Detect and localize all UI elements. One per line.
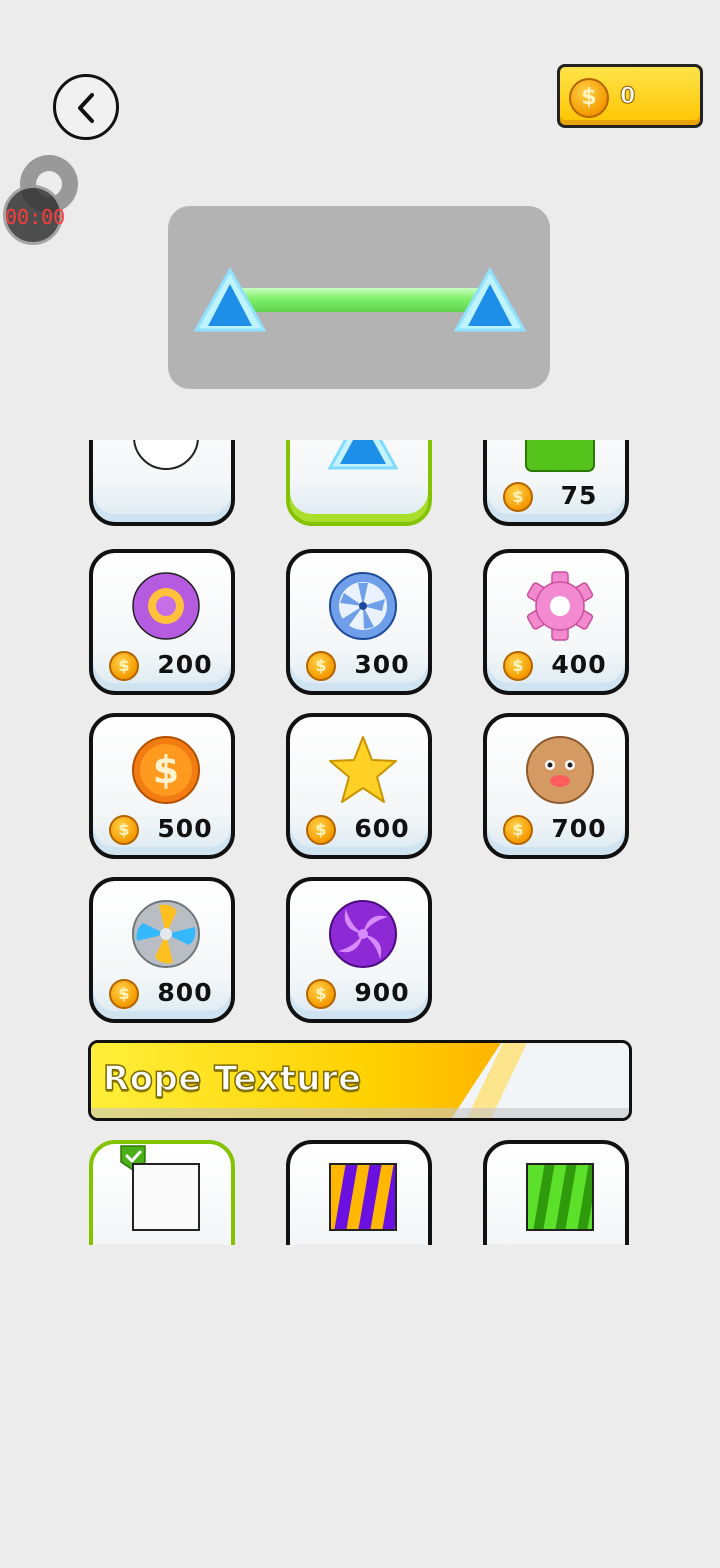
blue-wheel-icon [329, 572, 397, 640]
item-price: 600 [354, 814, 410, 843]
banner-shadow [91, 1108, 629, 1118]
shop-item-green-square[interactable]: $ 75 [483, 440, 629, 526]
green-stripe-texture-icon [526, 1163, 594, 1231]
shop-grid[interactable]: $ 75 $ 200 $ 300 $ 400 $ $ 500 $ 600 $ 7… [80, 440, 640, 1245]
back-button[interactable] [53, 74, 119, 140]
texture-item-white[interactable] [89, 1140, 235, 1245]
chevron-left-icon [78, 93, 94, 123]
shop-item-circle[interactable] [89, 440, 235, 526]
right-triangle-end-icon [453, 266, 527, 332]
record-timer: 00:00 [5, 205, 66, 229]
shop-item-purple-gear[interactable]: $ 200 [89, 549, 235, 695]
purple-gear-icon [132, 572, 200, 640]
item-price: 800 [157, 978, 213, 1007]
coin-icon: $ [109, 979, 139, 1009]
green-square-icon [525, 440, 595, 472]
shop-item-dollar-coin[interactable]: $ $ 500 [89, 713, 235, 859]
coin-icon: $ [306, 979, 336, 1009]
coin-balance: $ 0 [557, 64, 703, 128]
swirl-candy-icon [329, 900, 397, 968]
shop-item-star[interactable]: $ 600 [286, 713, 432, 859]
coin-icon: $ [503, 482, 533, 512]
coin-icon: $ [569, 78, 609, 118]
shop-item-swirl-candy[interactable]: $ 900 [286, 877, 432, 1023]
coin-icon: $ [306, 815, 336, 845]
dollar-coin-icon: $ [132, 736, 200, 804]
circle-icon [133, 440, 199, 470]
shop-item-fan[interactable]: $ 800 [89, 877, 235, 1023]
pink-gear-icon [526, 571, 594, 641]
rope-texture-section-header: Rope Texture [88, 1040, 632, 1121]
triangle-icon [328, 440, 398, 470]
star-icon [329, 736, 397, 803]
item-price: 200 [157, 650, 213, 679]
item-price: 900 [354, 978, 410, 1007]
item-price: 300 [354, 650, 410, 679]
left-triangle-end-icon [193, 266, 267, 332]
svg-text:$: $ [153, 748, 179, 792]
item-price: 75 [560, 481, 598, 510]
rope-preview [168, 206, 550, 389]
texture-item-purple-yellow[interactable] [286, 1140, 432, 1245]
fan-icon [132, 900, 200, 968]
shop-item-pink-gear[interactable]: $ 400 [483, 549, 629, 695]
screen-recorder[interactable]: 00:00 [0, 155, 85, 250]
coin-icon: $ [503, 815, 533, 845]
coin-balance-value: 0 [619, 84, 636, 110]
texture-item-green[interactable] [483, 1140, 629, 1245]
coin-icon: $ [306, 651, 336, 681]
white-texture-icon [132, 1163, 200, 1231]
item-price: 400 [551, 650, 607, 679]
coin-icon: $ [503, 651, 533, 681]
coin-icon: $ [109, 651, 139, 681]
shop-item-face-ball[interactable]: $ 700 [483, 713, 629, 859]
coin-icon: $ [109, 815, 139, 845]
face-ball-icon [526, 736, 594, 804]
shop-item-triangle[interactable] [286, 440, 432, 526]
item-price: 700 [551, 814, 607, 843]
rope-texture-title: Rope Texture [102, 1058, 362, 1100]
shop-item-blue-wheel[interactable]: $ 300 [286, 549, 432, 695]
item-price: 500 [157, 814, 213, 843]
purple-yellow-stripe-texture-icon [329, 1163, 397, 1231]
